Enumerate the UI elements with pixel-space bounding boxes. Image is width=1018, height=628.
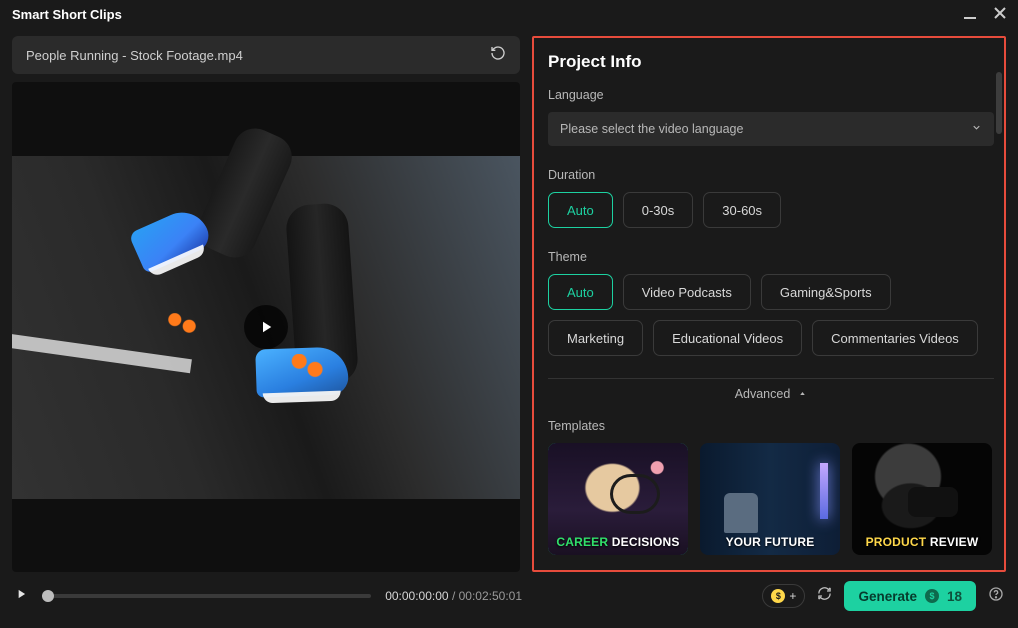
panel-title: Project Info — [548, 52, 994, 72]
generate-button[interactable]: Generate $ 18 — [844, 581, 976, 611]
template-caption: PRODUCT REVIEW — [852, 536, 992, 549]
language-select[interactable]: Please select the video language — [548, 112, 994, 146]
help-icon[interactable] — [988, 586, 1004, 606]
theme-option-auto[interactable]: Auto — [548, 274, 613, 310]
scrollbar-thumb[interactable] — [996, 72, 1002, 134]
coin-icon: $ — [925, 589, 939, 603]
time-total: / 00:02:50:01 — [452, 589, 522, 603]
close-icon[interactable] — [994, 6, 1006, 22]
coin-icon: $ — [771, 589, 785, 603]
theme-label: Theme — [548, 250, 994, 264]
chevron-down-icon — [971, 122, 982, 136]
file-bar: People Running - Stock Footage.mp4 — [12, 36, 520, 74]
titlebar: Smart Short Clips — [0, 0, 1018, 28]
duration-options: Auto 0-30s 30-60s — [548, 192, 994, 228]
play-icon — [14, 587, 28, 601]
duration-option-30-60s[interactable]: 30-60s — [703, 192, 781, 228]
transport-controls: 00:00:00:00 / 00:02:50:01 — [14, 587, 522, 606]
credits-pill[interactable]: $ + — [762, 584, 805, 608]
add-credits: + — [789, 589, 796, 603]
minimize-icon[interactable] — [964, 6, 976, 22]
time-current: 00:00:00:00 — [385, 589, 448, 603]
duration-option-auto[interactable]: Auto — [548, 192, 613, 228]
play-icon — [257, 318, 275, 336]
video-preview[interactable] — [12, 82, 520, 572]
advanced-toggle[interactable]: Advanced — [548, 378, 994, 401]
theme-option-marketing[interactable]: Marketing — [548, 320, 643, 356]
language-label: Language — [548, 88, 994, 102]
advanced-label: Advanced — [735, 387, 791, 401]
template-caption: YOUR FUTURE — [700, 536, 840, 549]
theme-option-commentaries[interactable]: Commentaries Videos — [812, 320, 978, 356]
chevron-up-icon — [798, 387, 807, 401]
template-caption: CAREER DECISIONS — [548, 536, 688, 549]
seek-bar[interactable] — [42, 594, 371, 598]
language-placeholder: Please select the video language — [560, 122, 743, 136]
theme-option-educational[interactable]: Educational Videos — [653, 320, 802, 356]
refresh-icon[interactable] — [490, 45, 506, 66]
play-button[interactable] — [244, 305, 288, 349]
app-title: Smart Short Clips — [12, 7, 122, 22]
preview-pane: People Running - Stock Footage.mp4 — [12, 36, 520, 572]
play-small-button[interactable] — [14, 587, 28, 606]
theme-option-gaming-sports[interactable]: Gaming&Sports — [761, 274, 891, 310]
time-display: 00:00:00:00 / 00:02:50:01 — [385, 589, 522, 603]
templates-label: Templates — [548, 419, 994, 433]
duration-label: Duration — [548, 168, 994, 182]
duration-option-0-30s[interactable]: 0-30s — [623, 192, 694, 228]
templates-row: CAREER DECISIONS YOUR FUTURE PRODUCT REV… — [548, 443, 994, 555]
generate-cost: 18 — [947, 589, 962, 604]
theme-option-video-podcasts[interactable]: Video Podcasts — [623, 274, 751, 310]
file-name: People Running - Stock Footage.mp4 — [26, 48, 243, 63]
footer: 00:00:00:00 / 00:02:50:01 $ + Generate $… — [0, 572, 1018, 620]
project-info-panel: Project Info Language Please select the … — [532, 36, 1006, 572]
template-card-2[interactable]: YOUR FUTURE — [700, 443, 840, 555]
template-card-3[interactable]: PRODUCT REVIEW — [852, 443, 992, 555]
theme-options: Auto Video Podcasts Gaming&Sports Market… — [548, 274, 994, 356]
generate-label: Generate — [858, 589, 917, 604]
refresh-credits-icon[interactable] — [817, 586, 832, 606]
template-card-1[interactable]: CAREER DECISIONS — [548, 443, 688, 555]
